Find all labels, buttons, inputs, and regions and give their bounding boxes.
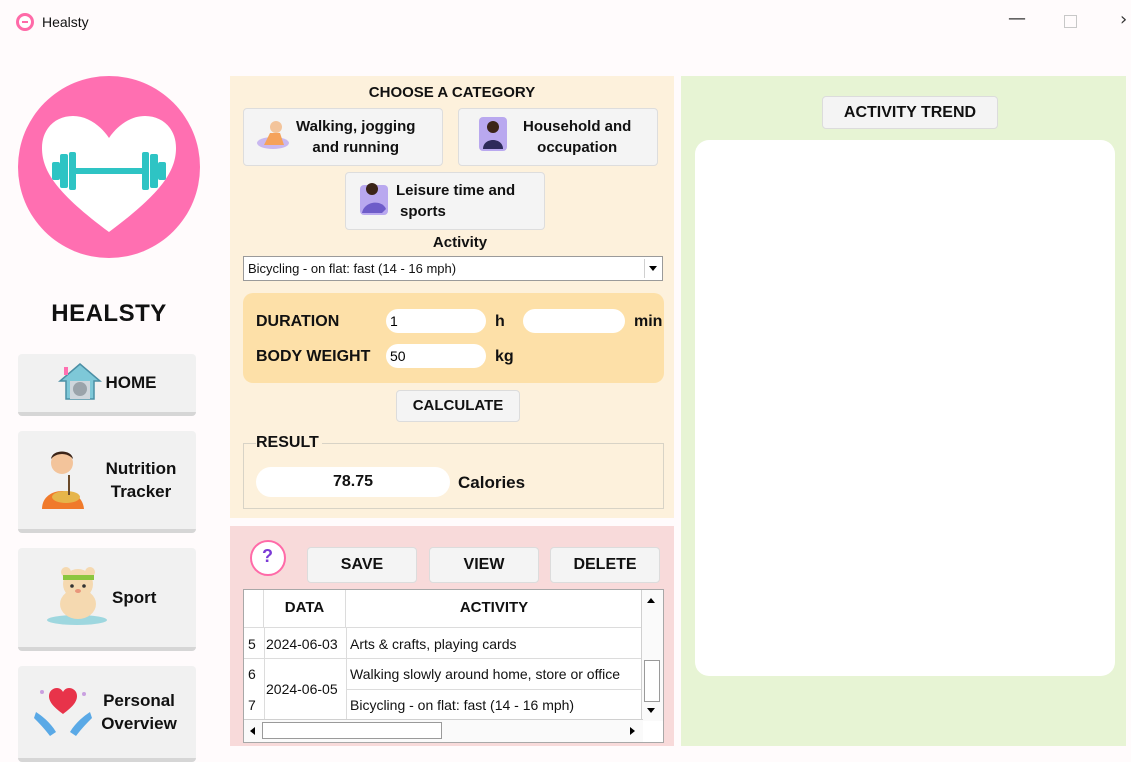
row-number-header <box>244 590 264 628</box>
grid-line <box>346 658 642 659</box>
chevron-down-icon[interactable] <box>644 259 660 278</box>
minimize-icon[interactable]: — <box>1008 8 1026 29</box>
hours-unit-label: h <box>495 313 505 330</box>
delete-button[interactable]: DELETE <box>550 547 660 583</box>
table-cell-date[interactable]: 2024-06-05 <box>266 681 344 697</box>
brand-name: HEALSTY <box>51 300 167 327</box>
scroll-thumb[interactable] <box>262 722 442 739</box>
nav-home-label: HOME <box>105 373 157 392</box>
activity-dropdown[interactable]: Bicycling - on flat: fast (14 - 16 mph) <box>243 256 663 281</box>
result-unit: Calories <box>458 473 526 492</box>
nav-nutrition-label: Nutrition Tracker <box>105 459 177 501</box>
person-eating-icon <box>38 447 92 514</box>
activity-log-table[interactable]: DATA ACTIVITY 5 2024-06-03 Arts & crafts… <box>243 589 664 743</box>
category-household-button[interactable]: Household and occupation <box>458 108 658 166</box>
category-walking-label: Walking, jogging and running <box>296 118 416 156</box>
nav-nutrition-tracker-button[interactable]: Nutrition Tracker <box>18 431 196 533</box>
nav-personal-overview-button[interactable]: Personal Overview <box>18 666 196 762</box>
grid-line <box>264 628 265 721</box>
category-leisure-button[interactable]: Leisure time and sports <box>345 172 545 230</box>
scroll-thumb[interactable] <box>644 660 660 702</box>
table-cell-activity[interactable]: Bicycling - on flat: fast (14 - 16 mph) <box>350 697 642 713</box>
heart-hands-icon <box>32 682 94 743</box>
column-header-activity[interactable]: ACTIVITY <box>346 590 642 628</box>
table-cell-activity[interactable]: Walking slowly around home, store or off… <box>350 666 642 682</box>
duration-minutes-input[interactable] <box>523 309 625 333</box>
window-title: Healsty <box>42 14 89 30</box>
maximize-icon[interactable] <box>1064 15 1077 28</box>
minutes-unit-label: min <box>634 313 663 330</box>
activity-trend-panel: ACTIVITY TREND <box>681 76 1126 746</box>
view-button[interactable]: VIEW <box>429 547 539 583</box>
activity-selected-value: Bicycling - on flat: fast (14 - 16 mph) <box>248 261 457 276</box>
body-weight-label: BODY WEIGHT <box>256 348 371 365</box>
result-title: RESULT <box>256 434 322 452</box>
duration-label: DURATION <box>256 313 340 330</box>
leisure-icon <box>358 179 390 223</box>
scroll-right-icon[interactable] <box>630 727 635 735</box>
nav-home-button[interactable]: HOME <box>18 354 196 416</box>
table-cell-date[interactable]: 2024-06-03 <box>266 636 344 652</box>
category-walking-button[interactable]: Walking, jogging and running <box>243 108 443 166</box>
bear-sport-icon <box>44 564 110 631</box>
horizontal-scrollbar[interactable] <box>244 719 643 742</box>
help-question-icon[interactable]: ? <box>250 540 286 576</box>
save-button[interactable]: SAVE <box>307 547 417 583</box>
calculate-button[interactable]: CALCULATE <box>396 390 520 422</box>
row-number: 7 <box>248 697 256 713</box>
activity-trend-button[interactable]: ACTIVITY TREND <box>822 96 998 129</box>
walking-icon <box>256 119 290 155</box>
nav-sport-label: Sport <box>112 587 157 607</box>
house-cat-icon <box>57 361 102 406</box>
table-cell-activity[interactable]: Arts & crafts, playing cards <box>350 636 642 652</box>
app-logo-icon <box>16 13 34 31</box>
nav-sport-button[interactable]: Sport <box>18 548 196 651</box>
category-title: CHOOSE A CATEGORY <box>368 84 536 101</box>
body-weight-input[interactable] <box>386 344 486 368</box>
grid-line <box>244 658 346 659</box>
vertical-scrollbar[interactable] <box>641 590 663 721</box>
household-icon <box>477 115 509 159</box>
scroll-down-icon[interactable] <box>647 708 655 713</box>
activity-log-panel: ? SAVE VIEW DELETE DATA ACTIVITY 5 2024-… <box>230 526 674 746</box>
activity-label: Activity <box>432 234 488 251</box>
duration-weight-box: DURATION h min BODY WEIGHT kg <box>243 293 664 383</box>
nav-personal-label: Personal Overview <box>101 691 177 733</box>
activity-trend-chart-area <box>695 140 1115 676</box>
calculator-panel: CHOOSE A CATEGORY Walking, jogging and r… <box>230 76 674 518</box>
column-header-data[interactable]: DATA <box>264 590 346 628</box>
result-value: 78.75 <box>256 467 450 497</box>
scroll-left-icon[interactable] <box>250 727 255 735</box>
duration-hours-input[interactable] <box>386 309 486 333</box>
scroll-up-icon[interactable] <box>647 598 655 603</box>
category-leisure-label: Leisure time and sports <box>396 182 516 220</box>
grid-line <box>346 689 642 690</box>
title-bar: Healsty — › <box>0 0 1131 44</box>
row-number: 6 <box>248 666 256 682</box>
heart-dumbbell-logo-icon <box>18 76 200 258</box>
grid-line <box>346 628 347 721</box>
weight-unit-label: kg <box>495 348 514 365</box>
category-household-label: Household and occupation <box>523 118 632 156</box>
row-number: 5 <box>248 636 256 652</box>
chevron-right-icon[interactable]: › <box>1120 9 1127 30</box>
